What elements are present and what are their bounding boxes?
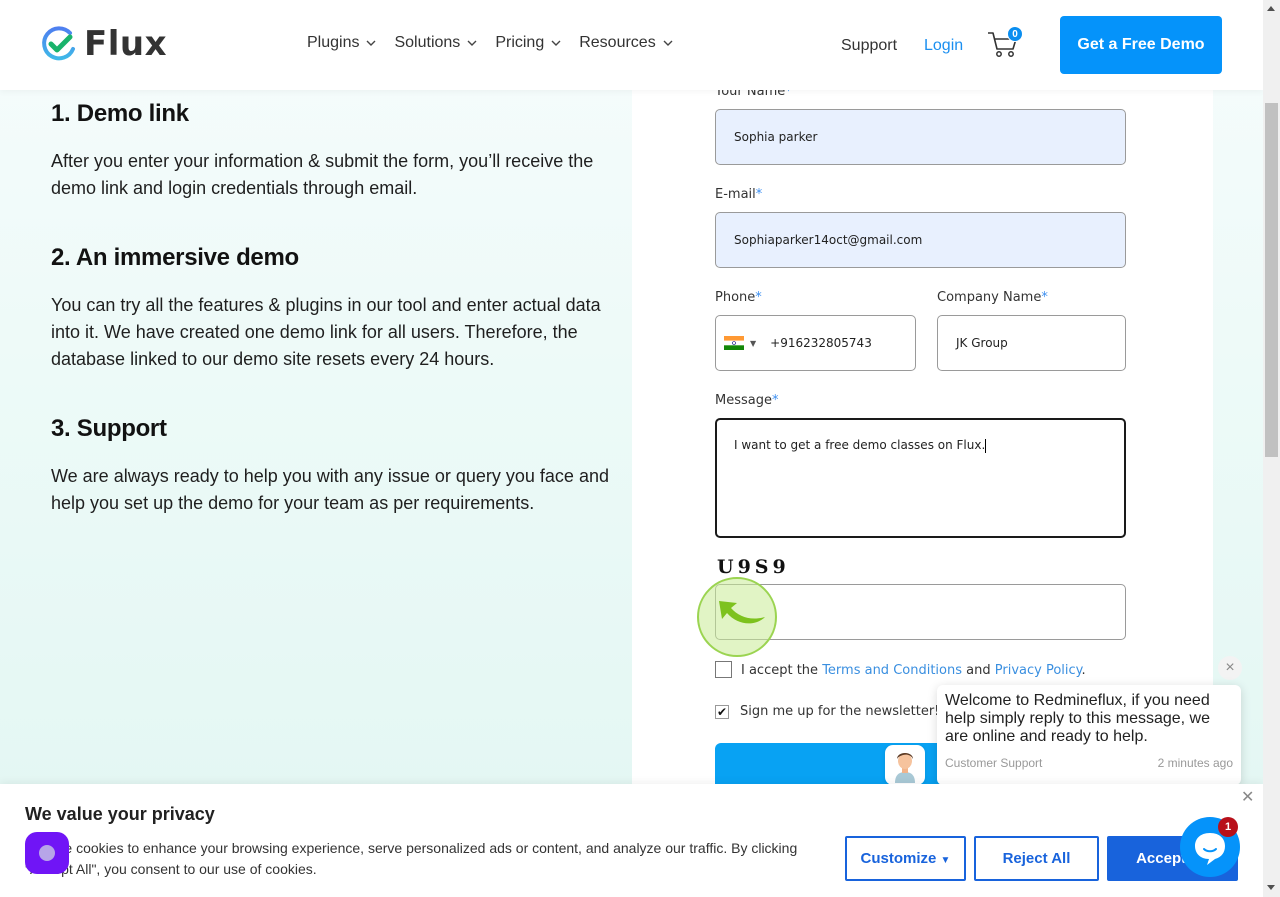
chevron-down-icon — [663, 40, 673, 46]
chat-meta: Customer Support 2 minutes ago — [945, 756, 1233, 770]
newsletter-label: Sign me up for the newsletter! — [740, 704, 940, 719]
phone-value: +916232805743 — [770, 336, 872, 350]
site-header: Flux Plugins Solutions Pricing Resources… — [0, 0, 1263, 90]
chat-close-button[interactable]: × — [1218, 656, 1242, 680]
cart-count-badge: 0 — [1007, 26, 1023, 42]
cookie-banner: We value your privacy We use cookies to … — [0, 784, 1263, 897]
newsletter-checkbox[interactable]: ✔ — [715, 705, 729, 719]
click-indicator — [697, 577, 777, 657]
scroll-down-arrow-icon[interactable] — [1267, 885, 1275, 890]
label-text: Company Name — [937, 290, 1042, 305]
logo-text: Flux — [84, 24, 168, 64]
required-mark: * — [755, 187, 763, 202]
nav-pricing[interactable]: Pricing — [495, 34, 561, 52]
support-avatar — [885, 745, 925, 785]
chat-message-bubble[interactable]: Welcome to Redmineflux, if you need help… — [937, 685, 1241, 785]
cookie-title: We value your privacy — [25, 804, 215, 824]
agent-avatar-icon — [895, 753, 915, 783]
terms-checkbox[interactable] — [715, 661, 732, 678]
customize-button[interactable]: Customize ▼ — [845, 836, 966, 881]
label-text: Phone — [715, 290, 756, 305]
cookie-close-icon[interactable]: ✕ — [1241, 787, 1254, 807]
section-text: We are always ready to help you with any… — [51, 466, 609, 513]
email-value: Sophiaparker14oct@gmail.com — [734, 233, 923, 247]
section-title: 2. An immersive demo — [51, 244, 299, 271]
name-value: Sophia parker — [734, 130, 818, 144]
name-input[interactable]: Sophia parker — [715, 109, 1126, 165]
arrow-cursor-icon — [719, 601, 765, 624]
captcha-image: U9S9 — [717, 556, 790, 578]
required-mark: * — [1041, 290, 1048, 305]
terms-label: I accept the Terms and Conditions and Pr… — [741, 663, 1086, 678]
label-text: E-mail — [715, 187, 756, 202]
terms-link[interactable]: Terms and Conditions — [822, 663, 962, 678]
section-title: 1. Demo link — [51, 100, 189, 127]
required-mark: * — [771, 393, 779, 408]
logo[interactable]: Flux — [40, 25, 167, 63]
nav-label: Plugins — [307, 34, 360, 51]
terms-and: and — [962, 663, 995, 678]
customize-label: Customize — [860, 850, 937, 867]
nav-label: Solutions — [394, 34, 461, 51]
caret-down-icon: ▼ — [940, 855, 951, 866]
section-text: You can try all the features & plugins i… — [51, 295, 601, 369]
accessibility-widget-button[interactable] — [25, 832, 69, 874]
section-text: After you enter your information & submi… — [51, 151, 594, 198]
section-title: 3. Support — [51, 415, 167, 442]
india-flag-icon[interactable] — [724, 336, 744, 350]
email-label: E-mail* — [715, 187, 762, 202]
chevron-down-icon — [366, 40, 376, 46]
terms-prefix: I accept the — [741, 663, 823, 678]
phone-label: Phone* — [715, 290, 762, 305]
scroll-up-arrow-icon[interactable] — [1267, 6, 1275, 11]
message-textarea[interactable]: I want to get a free demo classes on Flu… — [715, 418, 1126, 538]
reject-all-button[interactable]: Reject All — [974, 836, 1099, 881]
phone-input[interactable]: ▼ +916232805743 — [715, 315, 916, 371]
get-free-demo-button[interactable]: Get a Free Demo — [1060, 16, 1222, 74]
scroll-thumb[interactable] — [1265, 103, 1278, 457]
nav-plugins[interactable]: Plugins — [307, 34, 376, 52]
chevron-down-icon — [467, 40, 477, 46]
privacy-link[interactable]: Privacy Policy — [995, 663, 1082, 678]
support-link[interactable]: Support — [841, 37, 897, 55]
message-value: I want to get a free demo classes on Flu… — [734, 438, 986, 452]
login-link[interactable]: Login — [924, 37, 963, 55]
main-nav: Plugins Solutions Pricing Resources — [307, 34, 673, 52]
email-input[interactable]: Sophiaparker14oct@gmail.com — [715, 212, 1126, 268]
logo-check-icon — [42, 26, 75, 61]
required-mark: * — [755, 290, 762, 305]
message-label: Message* — [715, 393, 778, 408]
chat-time: 2 minutes ago — [1157, 756, 1233, 770]
company-input[interactable]: JK Group — [937, 315, 1126, 371]
chat-sender: Customer Support — [945, 756, 1043, 770]
widget-dot-icon — [39, 845, 55, 861]
cookie-text: We use cookies to enhance your browsing … — [25, 840, 798, 877]
chat-message: Welcome to Redmineflux, if you need help… — [945, 692, 1210, 745]
text-caret — [985, 438, 987, 453]
chat-unread-badge: 1 — [1218, 817, 1238, 837]
label-text: Message — [715, 393, 772, 408]
company-label: Company Name* — [937, 290, 1048, 305]
country-dropdown-icon[interactable]: ▼ — [750, 339, 756, 348]
chevron-down-icon — [551, 40, 561, 46]
company-value: JK Group — [956, 336, 1008, 350]
nav-solutions[interactable]: Solutions — [394, 34, 477, 52]
nav-label: Pricing — [495, 34, 545, 51]
demo-info: 1. Demo link After you enter your inform… — [51, 100, 611, 559]
nav-label: Resources — [579, 34, 656, 51]
page-scrollbar[interactable] — [1263, 0, 1280, 897]
nav-resources[interactable]: Resources — [579, 34, 673, 52]
terms-suffix: . — [1081, 663, 1086, 678]
